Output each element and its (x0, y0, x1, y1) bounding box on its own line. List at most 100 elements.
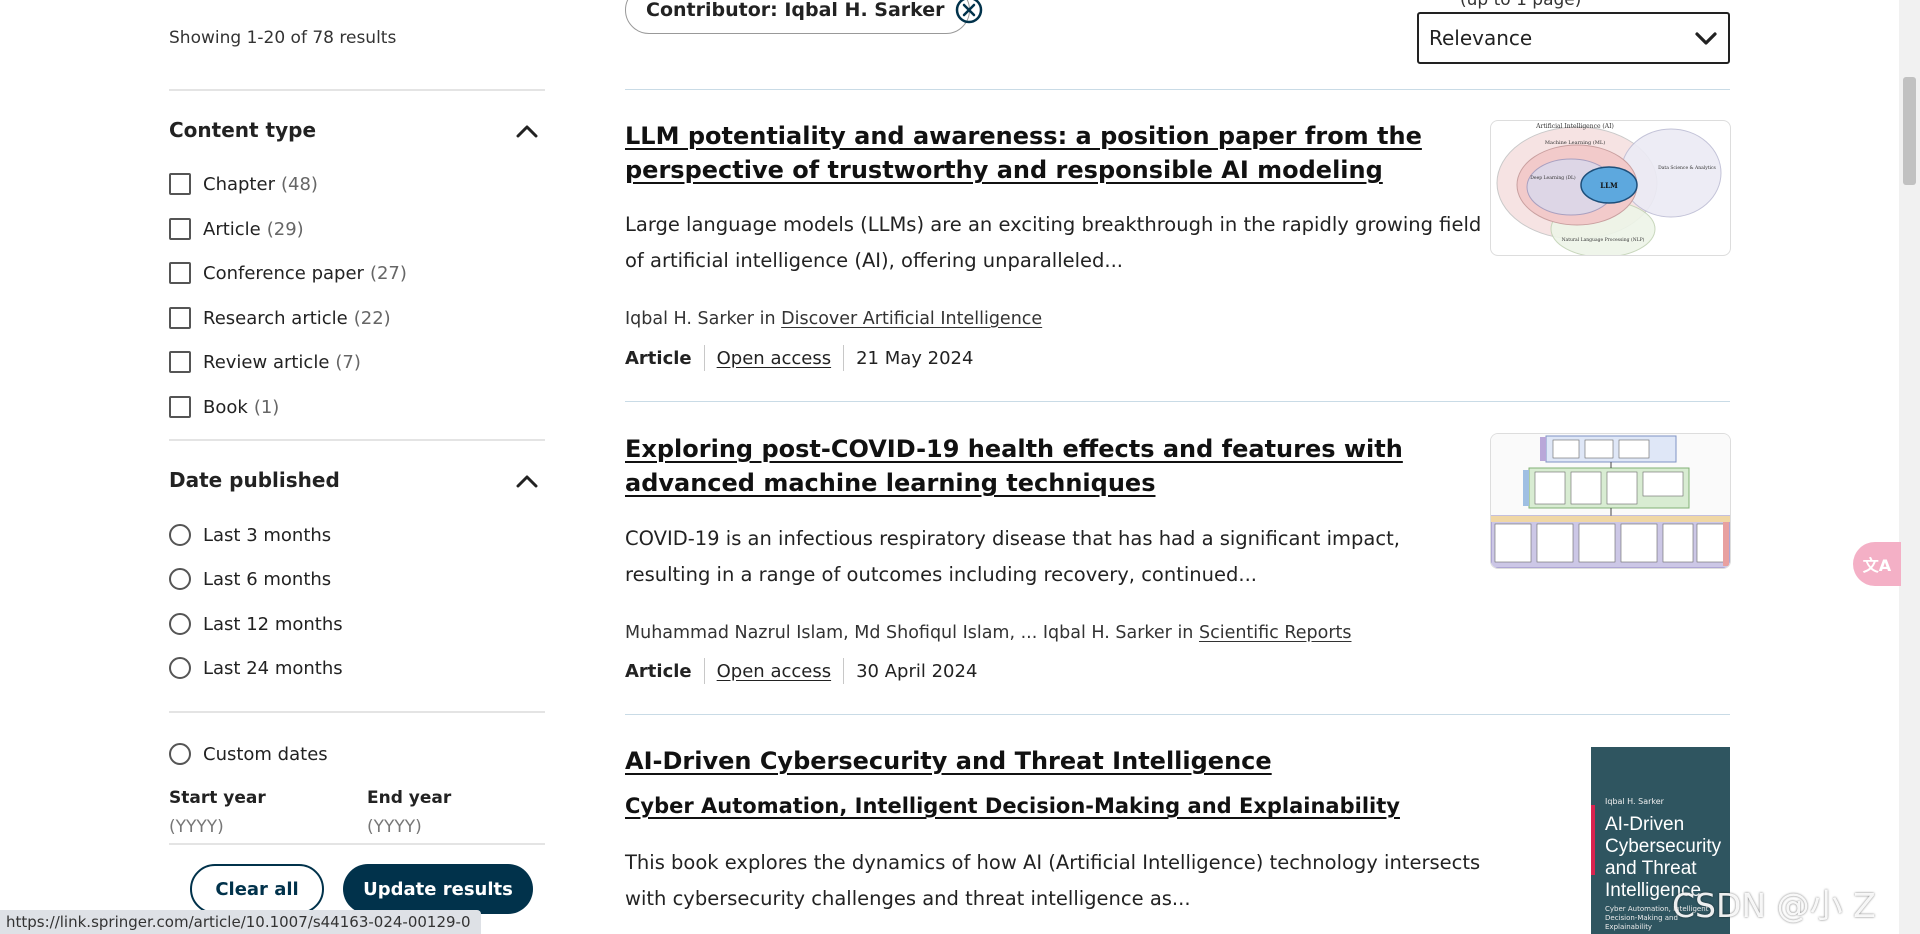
divider (169, 711, 545, 713)
meta-separator (843, 658, 845, 684)
cover-accent-bar (1591, 805, 1595, 875)
option-label: Custom dates (203, 743, 328, 765)
label-data-science: Data Science & Analytics (1658, 165, 1716, 171)
result-snippet: COVID-19 is an infectious respiratory di… (625, 527, 1400, 586)
collapse-date-published-icon[interactable] (516, 474, 538, 488)
update-results-button[interactable]: Update results (343, 864, 533, 914)
flowchart-image (1491, 434, 1730, 568)
end-year-label: End year (367, 788, 452, 808)
meta-separator (843, 345, 845, 371)
divider (625, 714, 1730, 715)
result-title-link[interactable]: Exploring post-COVID-19 health effects a… (625, 432, 1455, 500)
date-last-24-months-radio[interactable]: Last 24 months (169, 655, 343, 681)
option-label: Last 12 months (203, 613, 343, 635)
checkbox-box[interactable] (169, 262, 191, 284)
content-type-heading: Content type (169, 118, 317, 142)
journal-link[interactable]: Scientific Reports (1199, 623, 1352, 643)
content-type-label: Article (625, 347, 692, 369)
label-dl: Deep Learning (DL) (1530, 174, 1576, 181)
radio-circle[interactable] (169, 743, 191, 765)
checkbox-box[interactable] (169, 218, 191, 240)
content-type-research-article-checkbox[interactable]: Research article (22) (169, 305, 391, 331)
checkbox-box[interactable] (169, 307, 191, 329)
sort-label-fragment: (up to 1 page) (1460, 0, 1582, 10)
in-word: in (1177, 623, 1194, 643)
content-type-label: Article (625, 660, 692, 682)
option-label: Review article (203, 351, 330, 373)
start-year-input[interactable]: (YYYY) (169, 817, 224, 837)
date-published-heading: Date published (169, 468, 340, 492)
content-type-book-checkbox[interactable]: Book (1) (169, 394, 279, 420)
option-label: Last 3 months (203, 524, 332, 546)
status-bar-url: https://link.springer.com/article/10.100… (0, 910, 481, 934)
journal-link[interactable]: Discover Artificial Intelligence (781, 309, 1042, 329)
content-type-conference-paper-checkbox[interactable]: Conference paper (27) (169, 260, 407, 286)
scrollbar-thumb[interactable] (1903, 77, 1916, 185)
result-subtitle-link[interactable]: Cyber Automation, Intelligent Decision-M… (625, 794, 1400, 818)
sort-by-select[interactable]: Relevance (1417, 12, 1730, 64)
radio-circle[interactable] (169, 524, 191, 546)
result-title-link[interactable]: AI-Driven Cybersecurity and Threat Intel… (625, 744, 1325, 778)
option-label: Chapter (203, 173, 275, 195)
result-meta: Article Open access 30 April 2024 (625, 658, 977, 684)
vertical-scrollbar[interactable] (1899, 0, 1920, 934)
sort-selected-value: Relevance (1429, 26, 1533, 50)
checkbox-box[interactable] (169, 173, 191, 195)
option-label: Book (203, 396, 248, 418)
date-last-6-months-radio[interactable]: Last 6 months (169, 566, 331, 592)
result-thumbnail-llm-diagram[interactable]: Artificial Intelligence (AI) Machine Lea… (1490, 120, 1731, 256)
open-access-link[interactable]: Open access (717, 661, 831, 682)
remove-filter-icon[interactable] (955, 0, 983, 24)
divider (169, 843, 545, 845)
end-year-input[interactable]: (YYYY) (367, 817, 422, 837)
result-thumbnail-flowchart[interactable] (1490, 433, 1731, 569)
radio-circle[interactable] (169, 613, 191, 635)
springer-search-page: Showing 1-20 of 78 results Content type … (0, 0, 1920, 934)
label-nlp: Natural Language Processing (NLP) (1562, 236, 1645, 243)
result-title-link[interactable]: LLM potentiality and awareness: a positi… (625, 119, 1455, 187)
divider (625, 89, 1730, 90)
result-meta: Article Open access 21 May 2024 (625, 345, 973, 371)
watermark-text: CSDN @小 Z (1672, 886, 1876, 925)
result-authors: Muhammad Nazrul Islam, Md Shofiqul Islam… (625, 623, 1352, 643)
label-llm: LLM (1600, 181, 1618, 190)
collapse-content-type-icon[interactable] (516, 124, 538, 138)
content-type-article-checkbox[interactable]: Article (29) (169, 216, 304, 242)
open-access-link[interactable]: Open access (717, 348, 831, 369)
published-date: 30 April 2024 (856, 660, 978, 682)
option-label: Conference paper (203, 262, 364, 284)
cover-author: Iqbal H. Sarker (1605, 797, 1664, 806)
option-label: Article (203, 218, 261, 240)
meta-separator (703, 345, 705, 371)
clear-all-button[interactable]: Clear all (190, 864, 324, 914)
chevron-down-icon (1695, 32, 1717, 45)
date-last-3-months-radio[interactable]: Last 3 months (169, 522, 331, 548)
in-word: in (759, 309, 776, 329)
content-type-chapter-checkbox[interactable]: Chapter (48) (169, 171, 318, 197)
option-count: (1) (253, 396, 280, 418)
option-label: Research article (203, 307, 348, 329)
date-custom-radio[interactable]: Custom dates (169, 741, 328, 767)
author-names: Muhammad Nazrul Islam, Md Shofiqul Islam… (625, 623, 1172, 643)
label-ml: Machine Learning (ML) (1545, 139, 1605, 146)
start-year-label: Start year (169, 788, 266, 808)
checkbox-box[interactable] (169, 396, 191, 418)
result-snippet: Large language models (LLMs) are an exci… (625, 213, 1482, 272)
date-last-12-months-radio[interactable]: Last 12 months (169, 611, 343, 637)
results-count: Showing 1-20 of 78 results (169, 28, 397, 48)
chip-label: Contributor: Iqbal H. Sarker (646, 0, 945, 21)
published-date: 21 May 2024 (856, 347, 974, 369)
llm-diagram-image: Artificial Intelligence (AI) Machine Lea… (1496, 123, 1722, 255)
contributor-filter-chip: Contributor: Iqbal H. Sarker (625, 0, 982, 34)
option-label: Last 6 months (203, 568, 332, 590)
radio-circle[interactable] (169, 568, 191, 590)
option-count: (7) (335, 351, 361, 373)
translate-icon[interactable]: 文A (1853, 542, 1901, 586)
option-label: Last 24 months (203, 657, 343, 679)
divider (625, 401, 1730, 402)
content-type-review-article-checkbox[interactable]: Review article (7) (169, 349, 361, 375)
radio-circle[interactable] (169, 657, 191, 679)
result-snippet: This book explores the dynamics of how A… (625, 851, 1481, 910)
label-ai: Artificial Intelligence (AI) (1535, 123, 1614, 130)
checkbox-box[interactable] (169, 351, 191, 373)
